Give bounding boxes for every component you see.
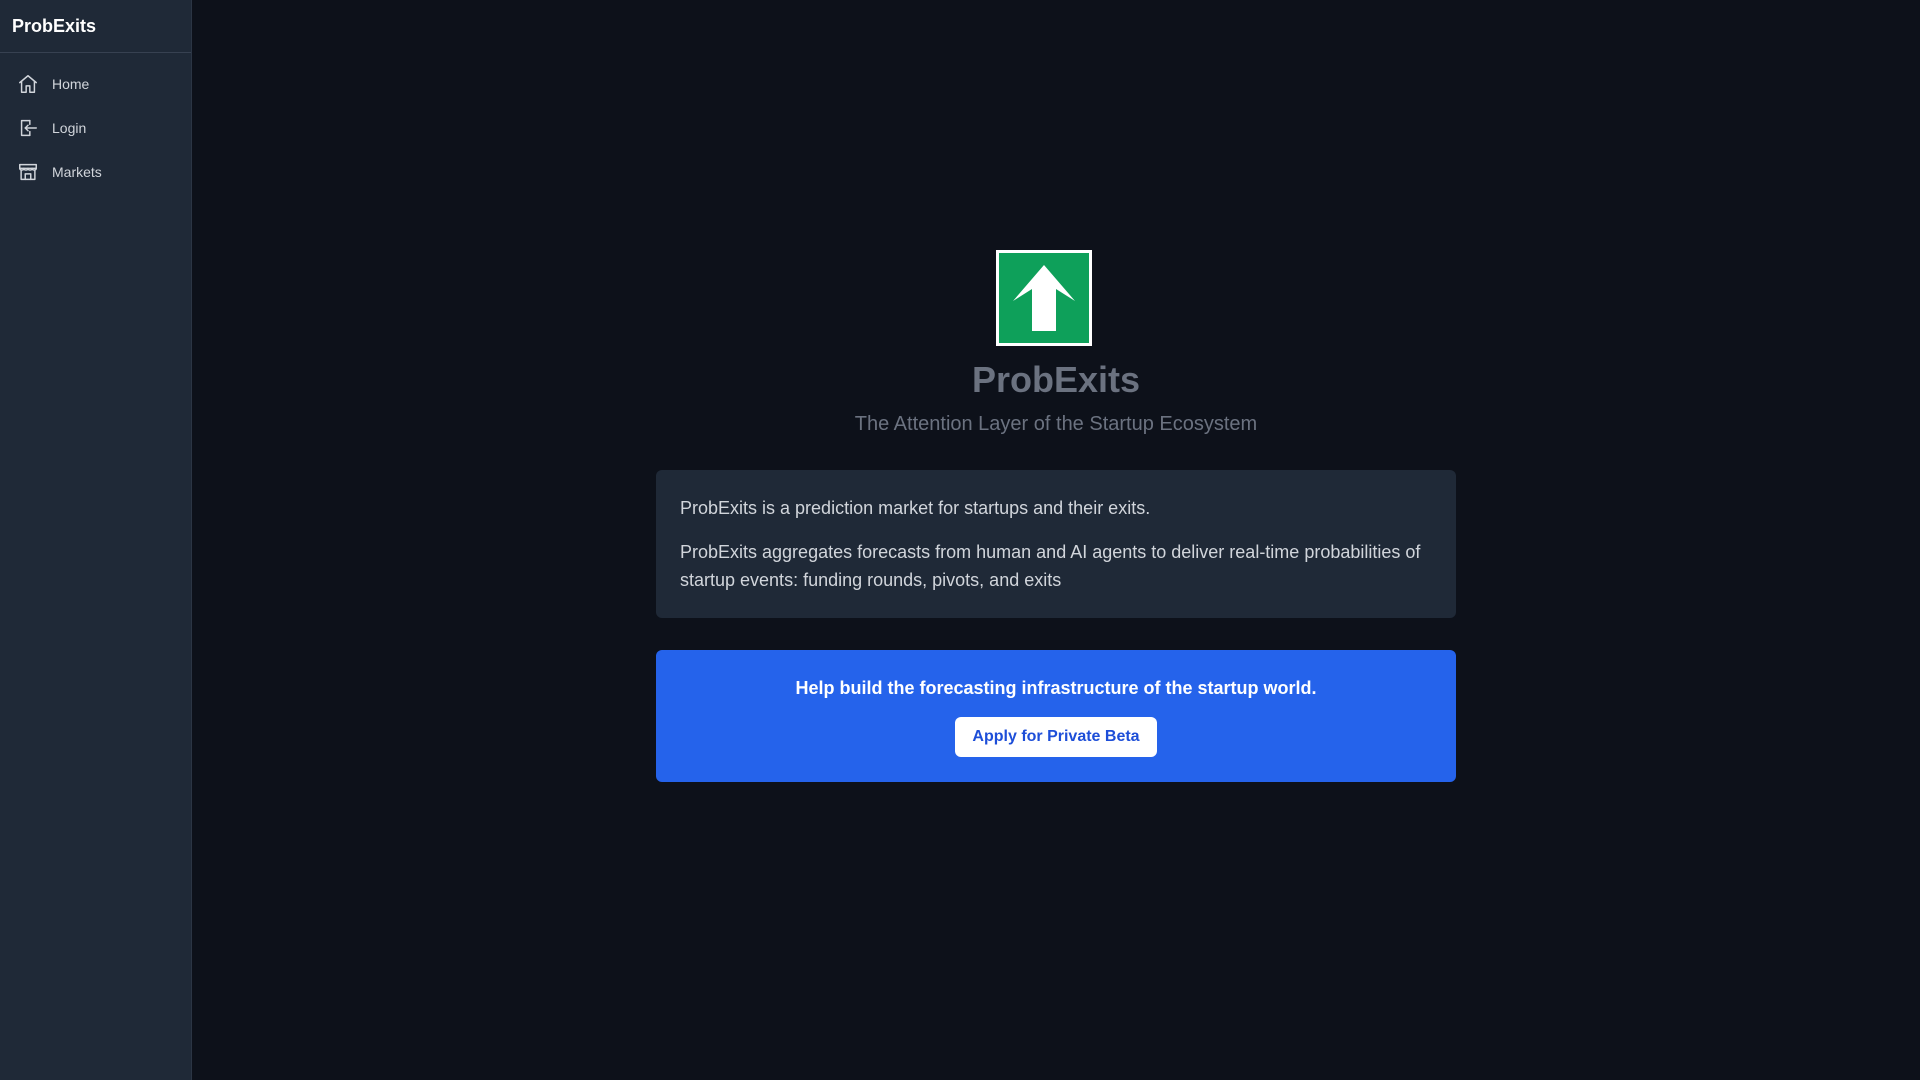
- sidebar-item-home[interactable]: Home: [0, 62, 191, 106]
- sidebar-item-login[interactable]: Login: [0, 106, 191, 150]
- tagline: The Attention Layer of the Startup Ecosy…: [854, 413, 1258, 435]
- hero: ProbExits The Attention Layer of the Sta…: [656, 250, 1456, 436]
- info-card: ProbExits is a prediction market for sta…: [656, 470, 1456, 618]
- info-paragraph: ProbExits aggregates forecasts from huma…: [680, 542, 1421, 590]
- home-icon: [17, 73, 39, 95]
- cta-text: Help build the forecasting infrastructur…: [795, 678, 1317, 698]
- store-icon: [17, 161, 39, 183]
- app-root: ProbExits Home Login Markets ProbExits T…: [0, 0, 1920, 1080]
- sidebar-item-markets[interactable]: Markets: [0, 150, 191, 194]
- sidebar-item-label: Markets: [52, 164, 102, 180]
- logo: [996, 250, 1092, 346]
- page-title: ProbExits: [971, 359, 1141, 400]
- info-paragraph: ProbExits is a prediction market for sta…: [680, 498, 1151, 518]
- login-icon: [17, 117, 39, 139]
- sidebar-item-label: Home: [52, 76, 90, 92]
- main-content: ProbExits The Attention Layer of the Sta…: [192, 0, 1920, 1080]
- sidebar-item-label: Login: [52, 120, 87, 136]
- cta-banner: Help build the forecasting infrastructur…: [656, 650, 1456, 782]
- sidebar-brand[interactable]: ProbExits: [0, 0, 191, 53]
- apply-beta-button[interactable]: Apply for Private Beta: [955, 717, 1157, 757]
- sidebar-nav: Home Login Markets: [0, 53, 191, 194]
- arrow-up-icon: [1013, 265, 1075, 331]
- sidebar: ProbExits Home Login Markets: [0, 0, 192, 1080]
